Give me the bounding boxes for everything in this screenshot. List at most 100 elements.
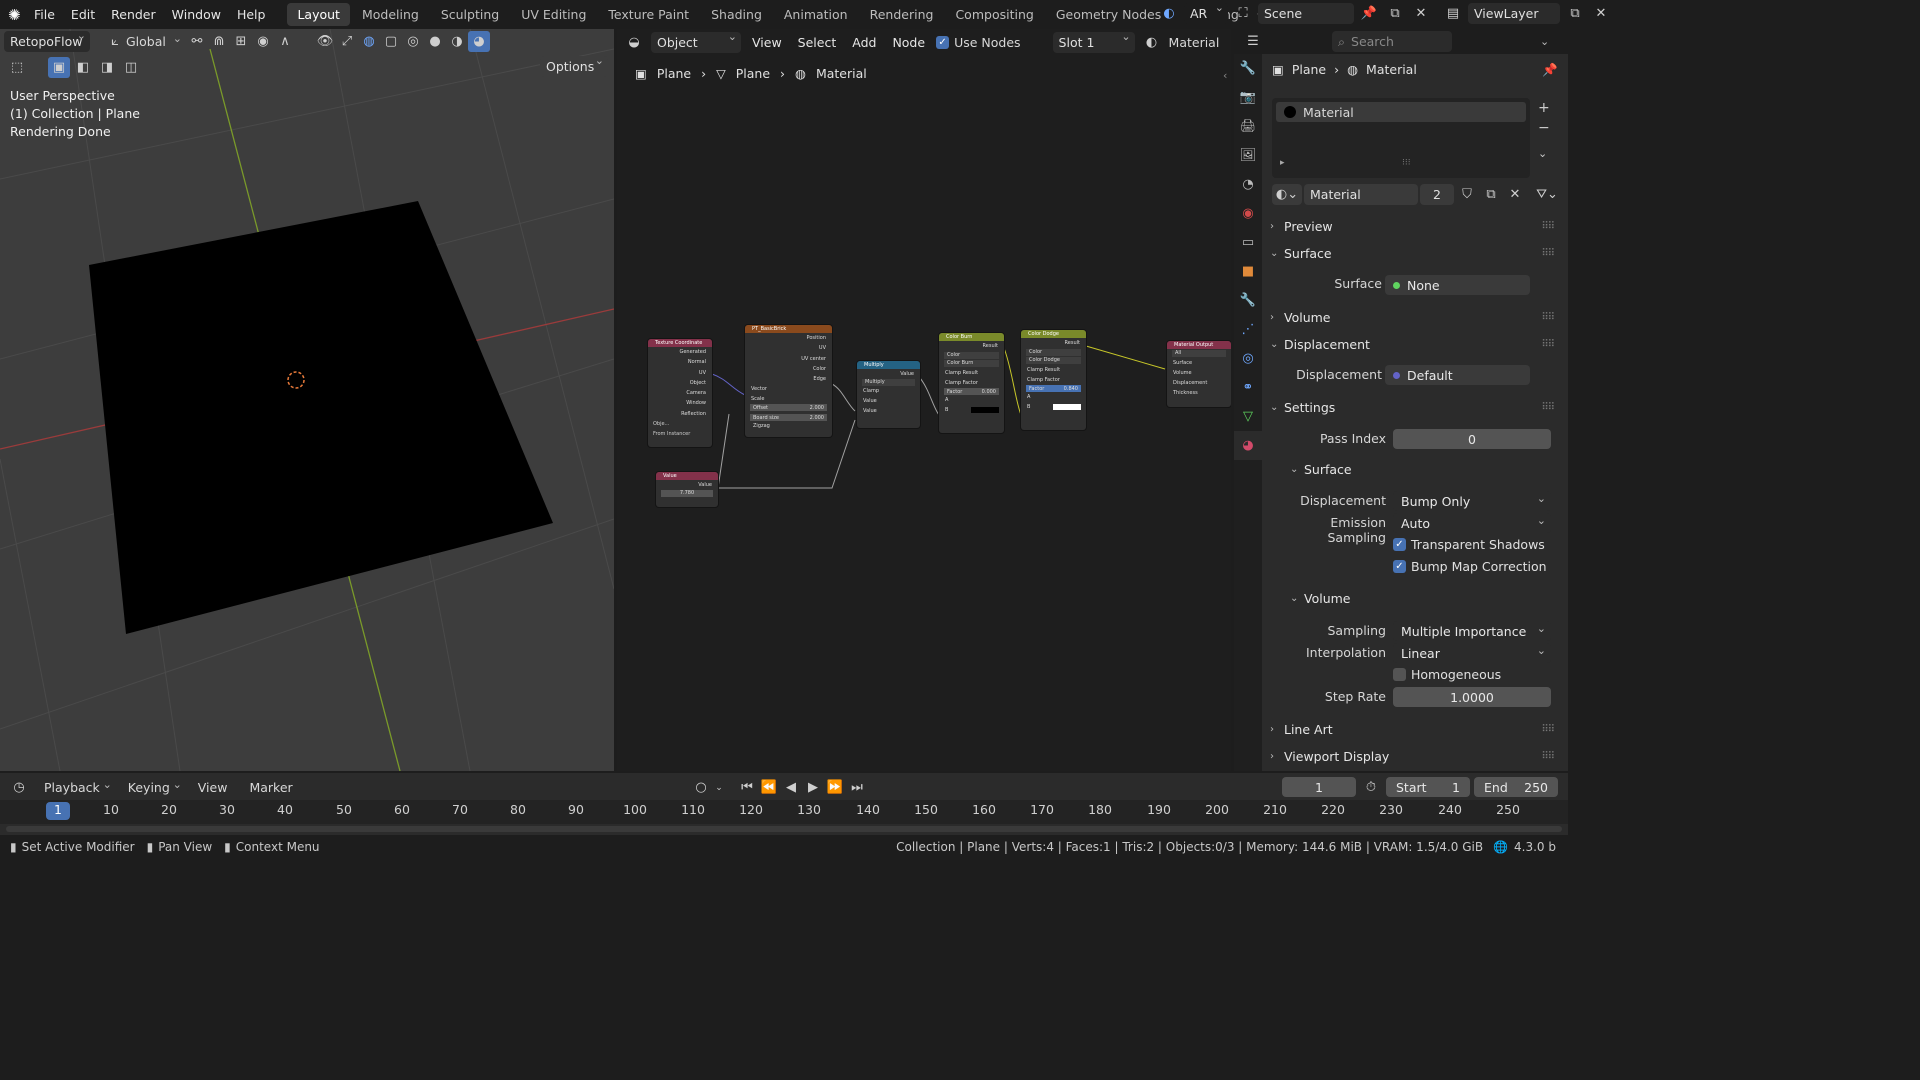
node-texture-coordinate[interactable]: Texture Coordinate Generated Normal UV O…: [648, 339, 712, 447]
render-tab-icon[interactable]: 📷: [1234, 83, 1262, 112]
output-tab-icon[interactable]: 🖨: [1234, 112, 1262, 141]
delete-view-layer-icon[interactable]: ✕: [1590, 3, 1612, 24]
surface-shader-field[interactable]: None: [1385, 275, 1530, 295]
modifier-tab-icon[interactable]: 🔧: [1234, 286, 1262, 315]
slot-menu-icon[interactable]: ⌄: [1538, 144, 1550, 164]
auto-key-icon[interactable]: ○: [690, 777, 712, 798]
falloff-icon[interactable]: ∧: [274, 31, 296, 52]
material-shading-icon[interactable]: ◑: [446, 31, 468, 52]
properties-search[interactable]: ⌕ Search: [1332, 31, 1452, 52]
drag-handle-icon[interactable]: ⠿⠿: [1541, 751, 1555, 762]
particles-tab-icon[interactable]: ⋰: [1234, 315, 1262, 344]
rendered-shading-icon[interactable]: ◕: [468, 31, 490, 52]
node-basic-brick[interactable]: PT_BasicBrick Position UV UV center Colo…: [745, 325, 832, 437]
node-clamp-factor[interactable]: Clamp Factor: [1021, 375, 1086, 385]
node-factor-field[interactable]: Factor 0.840: [1026, 385, 1081, 392]
color-swatch[interactable]: [971, 406, 999, 413]
drag-handle-icon[interactable]: ⠿⠿: [1541, 724, 1555, 735]
node-offset-field[interactable]: Offset 2.000: [750, 404, 827, 412]
node-output-target[interactable]: All: [1172, 350, 1226, 357]
node-color-dodge[interactable]: Color Dodge Result Color Color Dodge Cla…: [1021, 330, 1086, 430]
solid-shading-icon[interactable]: ●: [424, 31, 446, 52]
displacement-field[interactable]: Default: [1385, 365, 1530, 385]
node-material-output[interactable]: Material Output All Surface Volume Displ…: [1167, 341, 1231, 407]
menu-file[interactable]: File: [26, 0, 63, 29]
tab-texture-paint[interactable]: Texture Paint: [598, 3, 699, 26]
menu-edit[interactable]: Edit: [63, 0, 103, 29]
render-engine-select[interactable]: AR: [1184, 1, 1228, 24]
filter-icon[interactable]: ⛛⌄: [1536, 184, 1558, 205]
drag-handle-icon[interactable]: ⠿⠿: [1541, 312, 1555, 323]
node-blend-type[interactable]: Color: [944, 352, 999, 359]
data-tab-icon[interactable]: ▽: [1234, 402, 1262, 431]
timeline[interactable]: ◷ Playback Keying View Marker ○ ⌄ ⏮ ⏪ ◀ …: [0, 773, 1568, 835]
frame-ruler[interactable]: 1 10 20 30 40 50 60 70 80 90 100 110 120…: [0, 800, 1568, 824]
panel-settings[interactable]: ⌄ Settings ⠿⠿: [1270, 395, 1560, 420]
viewport-options-button[interactable]: Options: [540, 54, 608, 77]
select-new-icon[interactable]: ▣: [48, 57, 70, 78]
panel-surface[interactable]: ⌄ Surface ⠿⠿: [1270, 241, 1560, 266]
transform-orientation-icon[interactable]: ⟀: [104, 31, 126, 52]
start-frame-field[interactable]: Start 1: [1386, 777, 1470, 797]
chevron-down-icon[interactable]: ⌄: [1540, 35, 1549, 48]
node-blend-mode[interactable]: Color Dodge: [1026, 357, 1081, 364]
resize-handle-icon[interactable]: ⁝⁝⁝: [1402, 158, 1411, 168]
next-keyframe-icon[interactable]: ⏩: [824, 777, 846, 798]
sidebar-toggle-icon[interactable]: ‹: [1223, 69, 1227, 82]
visibility-icon[interactable]: 👁: [314, 31, 336, 52]
node-blend-mode[interactable]: Color Burn: [944, 360, 999, 367]
properties-editor-icon[interactable]: ☰: [1242, 31, 1264, 52]
blender-logo-icon[interactable]: ✺: [8, 6, 26, 24]
menu-help[interactable]: Help: [229, 0, 274, 29]
tab-layout[interactable]: Layout: [287, 3, 350, 26]
tab-rendering[interactable]: Rendering: [860, 3, 944, 26]
timeline-scrollbar[interactable]: [6, 826, 1562, 832]
scene-icon[interactable]: ⛶: [1232, 3, 1254, 24]
node-zigzag-label[interactable]: Zigzag: [745, 421, 832, 431]
select-intersect-icon[interactable]: ◫: [120, 57, 142, 78]
panel-displacement[interactable]: ⌄ Displacement ⠿⠿: [1270, 332, 1560, 357]
drag-handle-icon[interactable]: ⠿⠿: [1541, 339, 1555, 350]
node-factor-field[interactable]: Factor 0.000: [944, 388, 999, 395]
orientation-select[interactable]: Global: [126, 32, 186, 49]
panel-line-art[interactable]: › Line Art ⠿⠿: [1270, 717, 1560, 742]
panel-preview[interactable]: › Preview ⠿⠿: [1270, 214, 1560, 239]
node-board-size-field[interactable]: Board size 2.000: [750, 414, 827, 422]
view-layer-tab-icon[interactable]: 🖼: [1234, 141, 1262, 170]
node-multiply[interactable]: Multiply Value Multiply Clamp Value Valu…: [857, 361, 920, 428]
tab-uv-editing[interactable]: UV Editing: [511, 3, 596, 26]
collection-tab-icon[interactable]: ▭: [1234, 228, 1262, 257]
homogeneous-checkbox[interactable]: Homogeneous: [1393, 667, 1501, 682]
marker-menu[interactable]: Marker: [233, 780, 292, 795]
play-reverse-icon[interactable]: ◀: [780, 777, 802, 798]
playback-menu[interactable]: Playback: [36, 778, 116, 795]
xray-icon[interactable]: ▢: [380, 31, 402, 52]
select-extend-icon[interactable]: ◧: [72, 57, 94, 78]
select-subtract-icon[interactable]: ◨: [96, 57, 118, 78]
stopwatch-icon[interactable]: ⏱: [1360, 777, 1382, 798]
material-slot-item[interactable]: Material: [1276, 102, 1526, 122]
view-layer-field[interactable]: ViewLayer: [1468, 3, 1560, 24]
material-users-count[interactable]: 2: [1420, 183, 1454, 205]
current-frame-field[interactable]: 1: [1282, 777, 1356, 797]
add-slot-icon[interactable]: +: [1538, 98, 1550, 118]
tab-animation[interactable]: Animation: [774, 3, 858, 26]
3d-viewport[interactable]: RetopoFlow ⟀ Global ⚯ ⋒ ⊞ ◉ ∧ 👁 ⤢ ◍ ▢ ◎ …: [0, 29, 614, 771]
interpolation-select[interactable]: Linear: [1393, 643, 1551, 663]
node-clamp-result[interactable]: Clamp Result: [939, 368, 1004, 378]
material-tab-icon[interactable]: ◕: [1234, 431, 1262, 460]
browse-material-icon[interactable]: ◐⌄: [1272, 183, 1302, 205]
node-clamp-label[interactable]: Clamp: [857, 386, 920, 396]
node-math-mode[interactable]: Multiply: [862, 379, 915, 386]
step-rate-field[interactable]: 1.0000: [1393, 687, 1551, 707]
gizmo-icon[interactable]: ⤢: [336, 31, 358, 52]
scene-tab-icon[interactable]: ◔: [1234, 170, 1262, 199]
tab-modeling[interactable]: Modeling: [352, 3, 429, 26]
proportional-edit-icon[interactable]: ◉: [252, 31, 274, 52]
jump-end-icon[interactable]: ⏭: [846, 777, 868, 798]
pass-index-field[interactable]: 0: [1393, 429, 1551, 449]
node-from-instancer[interactable]: From Instancer: [648, 429, 712, 439]
keying-menu[interactable]: Keying: [122, 778, 186, 795]
object-tab-icon[interactable]: ■: [1234, 257, 1262, 286]
select-box-icon[interactable]: ⬚: [6, 57, 28, 78]
